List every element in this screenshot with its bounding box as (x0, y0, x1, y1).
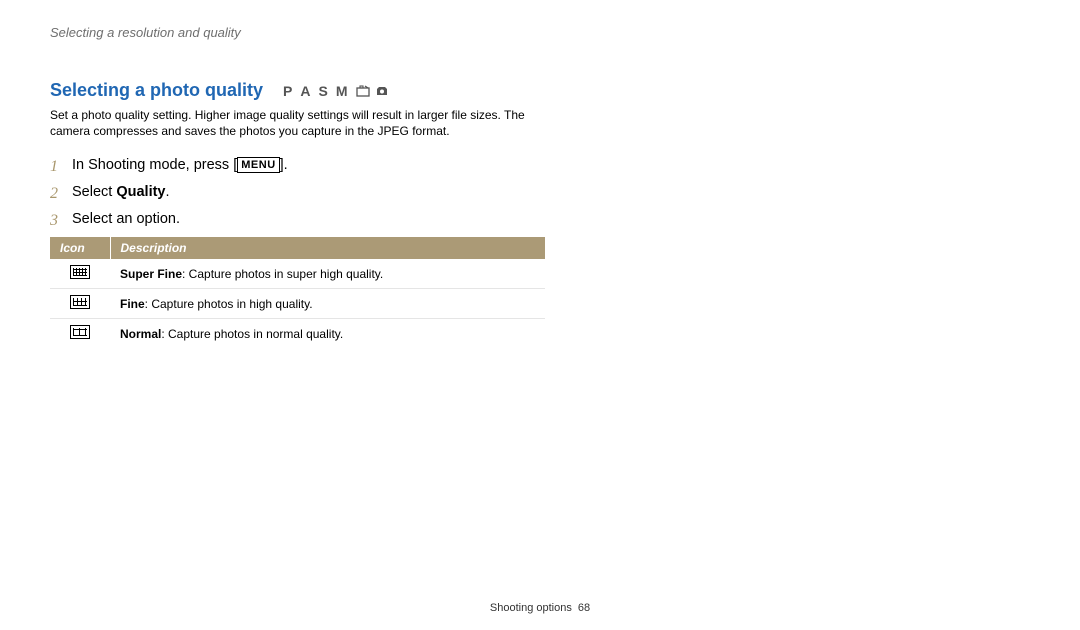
step-2-bold: Quality (116, 184, 165, 200)
row-desc: : Capture photos in high quality. (145, 297, 313, 311)
mode-indicator-row: P A S M (283, 83, 387, 99)
scene-icon (356, 85, 370, 97)
row-desc: : Capture photos in normal quality. (161, 327, 343, 341)
section-title: Selecting a photo quality (50, 80, 263, 101)
footer: Shooting options 68 (0, 602, 1080, 614)
main-content: Selecting a photo quality P A S M Set a … (50, 80, 545, 348)
section-header: Selecting a photo quality P A S M (50, 80, 545, 101)
row-name: Super Fine (120, 267, 182, 281)
footer-label: Shooting options (490, 602, 572, 614)
th-description: Description (110, 237, 545, 259)
step-1-prefix: In Shooting mode, press [ (72, 157, 237, 173)
step-1-suffix: ]. (280, 157, 288, 173)
breadcrumb: Selecting a resolution and quality (50, 25, 1030, 40)
intro-text: Set a photo quality setting. Higher imag… (50, 107, 545, 139)
table-row: Fine: Capture photos in high quality. (50, 289, 545, 319)
quality-table: Icon Description Super Fine: Capture pho… (50, 237, 545, 348)
step-2: 2 Select Quality. (50, 180, 545, 205)
step-number: 3 (50, 207, 58, 234)
row-name: Normal (120, 327, 161, 341)
step-2-suffix: . (166, 184, 170, 200)
menu-key: MENU (237, 157, 279, 173)
fine-icon (70, 295, 90, 309)
step-number: 2 (50, 180, 58, 207)
steps-list: 1 In Shooting mode, press [MENU]. 2 Sele… (50, 153, 545, 231)
step-2-prefix: Select (72, 184, 116, 200)
row-name: Fine (120, 297, 145, 311)
mode-m: M (336, 83, 352, 99)
step-3-text: Select an option. (72, 211, 180, 227)
table-row: Normal: Capture photos in normal quality… (50, 319, 545, 349)
step-number: 1 (50, 153, 58, 180)
mode-a: A (300, 83, 314, 99)
mode-s: S (319, 83, 332, 99)
magic-icon (374, 85, 388, 97)
mode-p: P (283, 83, 296, 99)
th-icon: Icon (50, 237, 110, 259)
superfine-icon (70, 265, 90, 279)
row-desc: : Capture photos in super high quality. (182, 267, 383, 281)
page-number: 68 (578, 602, 590, 614)
table-row: Super Fine: Capture photos in super high… (50, 259, 545, 289)
normal-icon (70, 325, 90, 339)
step-3: 3 Select an option. (50, 207, 545, 232)
step-1: 1 In Shooting mode, press [MENU]. (50, 153, 545, 178)
